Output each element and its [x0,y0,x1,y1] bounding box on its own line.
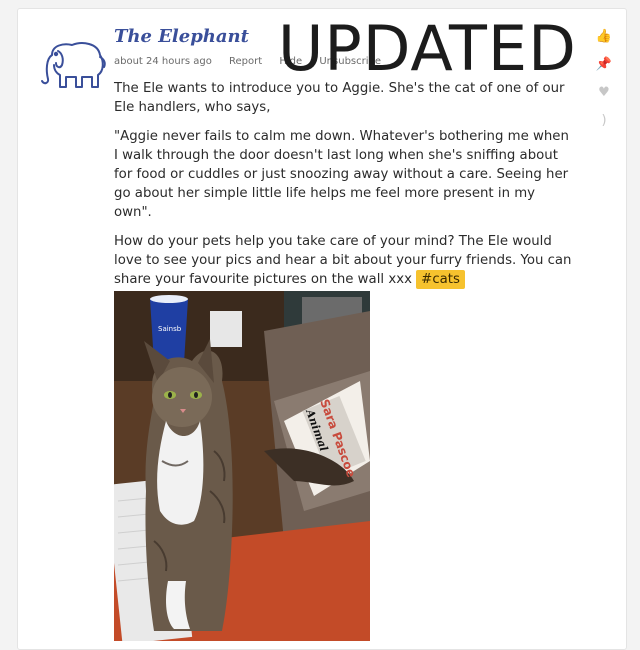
post-paragraph: "Aggie never fails to calm me down. What… [114,129,569,220]
post-card: The Elephant about 24 hours ago Report H… [17,8,627,650]
updated-overlay-text: UPDATED [278,12,577,85]
post-paragraph: How do your pets help you take care of y… [114,232,574,289]
elephant-avatar-icon[interactable] [38,37,110,91]
cup-label: Sainsb [158,325,182,333]
heart-icon[interactable]: ♥ [594,85,614,105]
post-actions: 👍 📌 ♥ ) [594,29,614,141]
hug-icon[interactable]: ) [594,113,614,133]
hashtag-cats[interactable]: #cats [416,270,465,289]
author-name[interactable]: The Elephant [114,26,249,47]
post-paragraph-text: How do your pets help you take care of y… [114,234,572,287]
post-photo[interactable]: Sainsb Sara Pascoe Animal [114,291,370,641]
pin-icon[interactable]: 📌 [594,57,614,77]
like-icon[interactable]: 👍 [594,29,614,49]
report-link[interactable]: Report [229,56,262,67]
post-body: The Ele wants to introduce you to Aggie.… [114,79,574,299]
post-timestamp: about 24 hours ago [114,56,212,67]
